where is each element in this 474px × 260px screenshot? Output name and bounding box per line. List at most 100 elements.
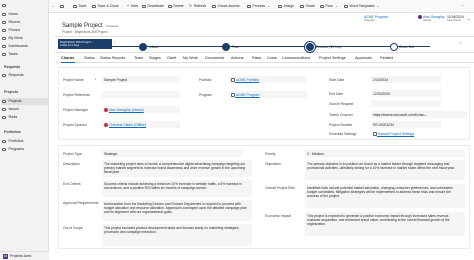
process-icon — [247, 4, 251, 9]
sidebar-item-label: Programs — [8, 147, 25, 152]
word-templates-label: Word Templates — [349, 4, 375, 9]
tab-status[interactable]: Status — [84, 56, 95, 61]
tab-my-work[interactable]: My Work — [183, 56, 198, 61]
source-request-field[interactable] — [371, 100, 441, 107]
area-switcher[interactable]: PA Projects Area — [0, 251, 49, 260]
delete-button[interactable]: Delete — [168, 3, 184, 10]
bpf-next-button[interactable]: › — [460, 40, 461, 46]
tab-gantt[interactable]: Gantt — [167, 56, 176, 61]
word-templates-button[interactable]: Word Templates ⌄ — [344, 3, 380, 10]
save-close-button[interactable]: Save & Close — [92, 3, 119, 10]
portfolio-label: Portfolio — [199, 78, 212, 82]
task-icon — [2, 52, 6, 57]
bpf-flag[interactable]: BrightWork 365 Project ... Active for 2 d… — [58, 39, 112, 49]
stage-close-out-marker[interactable] — [390, 43, 398, 51]
tab-communications[interactable]: Communications — [282, 56, 310, 61]
objectives-field[interactable]: The primary objective is to position our… — [305, 160, 465, 180]
sidebar-item-recent[interactable]: Recent — [2, 19, 48, 26]
stage-execute-label: Execute (19 Hrs) — [316, 45, 342, 49]
sidebar-item-issues[interactable]: Issues — [2, 106, 48, 113]
project-type-field[interactable]: Strategic — [102, 150, 242, 157]
tab-approvals[interactable]: Approvals — [355, 56, 372, 61]
check-access-button[interactable]: Check Access — [212, 3, 239, 10]
exit-criteria-field[interactable]: Success criteria include achieving a min… — [102, 180, 252, 197]
tab-documents[interactable]: Documents — [205, 56, 224, 61]
process-button[interactable]: Process ⌄ — [247, 3, 270, 10]
save-button[interactable]: Save — [73, 3, 86, 10]
refresh-button[interactable]: ↻ Refresh — [189, 3, 206, 10]
record-form[interactable]: BrightWork 365 Project — [75, 30, 108, 34]
sidebar-item-my-work[interactable]: My Work — [2, 35, 48, 42]
sidebar-item-portfolios[interactable]: Portfolios — [2, 138, 48, 145]
stage-initiate-label: Initiate — [149, 45, 159, 49]
header-program-label: Program — [364, 18, 375, 23]
person-lock-icon — [212, 4, 216, 9]
out-of-scope-field[interactable]: This project excludes product developmen… — [102, 224, 252, 246]
sidebar-item-requests[interactable]: Requests — [2, 72, 48, 79]
share-button[interactable]: Share — [300, 3, 315, 10]
source-request-label: Source Request — [329, 102, 354, 106]
start-date-field[interactable]: 2/20/2024 — [371, 76, 441, 83]
portfolio-field[interactable]: ACME Portfolio — [229, 76, 307, 83]
sidebar-item-risks[interactable]: Risks — [2, 114, 48, 121]
sidebar-item-home[interactable]: Home — [2, 11, 48, 18]
project-icon — [2, 99, 6, 104]
deactivate-button[interactable]: Deactivate — [142, 3, 164, 10]
tab-actions[interactable]: Actions — [231, 56, 243, 61]
expand-header-button[interactable]: ⌄ — [467, 16, 470, 22]
tab-risks[interactable]: Risks — [252, 56, 261, 61]
refresh-label: Refresh — [193, 4, 207, 9]
project-manager-label: Project Manager — [63, 108, 88, 112]
tab-charter[interactable]: Charter — [61, 56, 75, 63]
overall-risk-field[interactable]: Identified risks include potential marke… — [305, 184, 465, 208]
priority-field[interactable]: 2 - Medium — [305, 150, 465, 157]
more-icon: ⋯ — [461, 4, 465, 9]
flow-button[interactable]: Flow ⌄ — [320, 3, 338, 10]
hamburger-menu[interactable] — [2, 2, 48, 9]
stage-initiate-marker[interactable] — [139, 43, 147, 51]
stage-plan-marker[interactable] — [222, 43, 230, 51]
header-program[interactable]: ACME Program Program — [364, 15, 388, 22]
owner-role: Owner — [423, 18, 432, 23]
project-type-value: Strategic — [104, 151, 118, 156]
project-type-label: Project Type — [63, 152, 82, 156]
sidebar-item-projects[interactable]: Projects — [2, 98, 48, 105]
project-reference-field[interactable] — [102, 91, 180, 98]
tab-team[interactable]: Team — [134, 56, 143, 61]
schedule-settings-value: Sample Project Settings — [377, 131, 415, 136]
tab-project-settings[interactable]: Project Settings — [319, 56, 346, 61]
assign-button[interactable]: Assign — [278, 3, 294, 10]
tab-stages[interactable]: Stages — [149, 56, 161, 61]
sidebar-item-programs[interactable]: Programs — [2, 146, 48, 153]
tab-costs[interactable]: Costs — [267, 56, 277, 61]
project-name-field[interactable]: Sample Project — [102, 76, 180, 83]
new-button[interactable]: + New — [127, 3, 138, 10]
header-date-label: Last Check — [447, 18, 461, 23]
objectives-label: Objectives — [265, 162, 281, 166]
program-field[interactable]: ACME Program — [229, 91, 307, 98]
sidebar-item-tasks[interactable]: Tasks — [2, 51, 48, 58]
description-field[interactable]: The marketing project aims to launch a c… — [102, 160, 252, 177]
schedule-settings-label: Schedule Settings — [329, 132, 357, 136]
end-date-field[interactable]: 12/24/2025 — [371, 90, 441, 97]
project-sponsor-field[interactable]: Christine Clarke (Offline) — [102, 121, 180, 128]
sidebar-item-pinned[interactable]: Pinned — [2, 27, 48, 34]
approval-requirements-field[interactable]: Authorization from the Marketing Directo… — [102, 200, 252, 221]
form-selector-button[interactable] — [60, 3, 64, 10]
more-commands-button[interactable]: ⋯ — [461, 3, 465, 10]
economic-impact-field[interactable]: This project is expected to generate a p… — [305, 212, 465, 236]
deactivate-label: Deactivate — [147, 4, 165, 9]
avatar — [104, 122, 108, 127]
project-manager-field[interactable]: Alan Geraghty (Ateam) — [102, 106, 180, 113]
owner-field[interactable]: Alan Geraghty Owner — [418, 15, 445, 22]
back-button[interactable]: ← — [52, 3, 56, 10]
sidebar-item-dashboards[interactable]: Dashboards — [2, 43, 48, 50]
tab-status-reports[interactable]: Status Reports — [100, 56, 125, 61]
teams-channel-field[interactable]: https://teams.microsoft.com/l/chan... — [371, 111, 467, 118]
sidebar-item-label: Issues — [8, 107, 19, 112]
stage-execute-marker[interactable] — [306, 43, 314, 51]
project-number-field[interactable]: PR-00001234 — [371, 121, 441, 128]
menu-icon — [2, 3, 6, 8]
schedule-settings-field[interactable]: Sample Project Settings — [371, 130, 441, 137]
tab-related[interactable]: Related — [380, 56, 393, 61]
